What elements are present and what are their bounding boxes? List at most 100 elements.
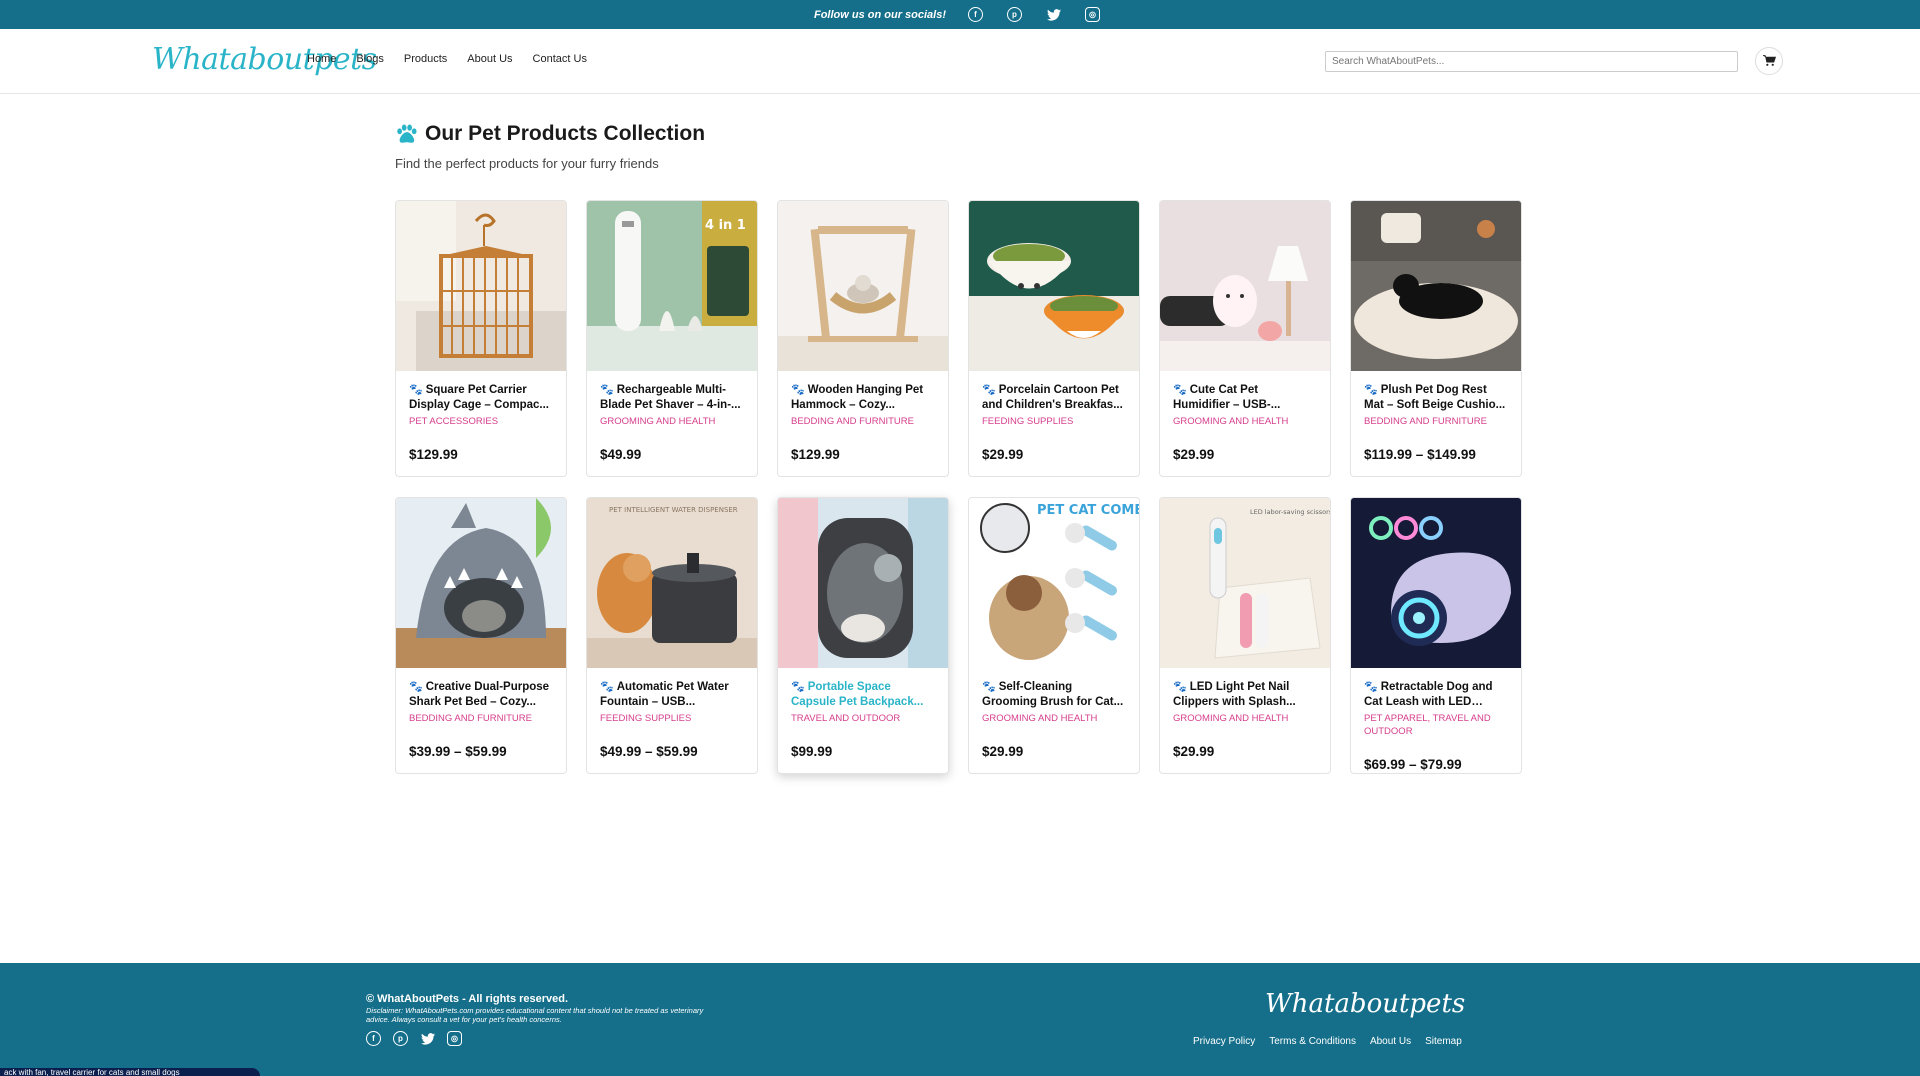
product-image-cat-humidifier[interactable] [1160,201,1330,371]
product-price: $49.99 – $59.99 [600,744,698,759]
product-price: $69.99 – $79.99 [1364,757,1462,772]
product-grid: 🐾 Square Pet Carrier Display Cage – Compa… [395,200,1522,774]
product-title[interactable]: 🐾 Wooden Hanging Pet Hammock – Cozy... [791,383,935,413]
product-price: $29.99 [982,744,1024,759]
paw-icon: 🐾 [1364,681,1378,693]
page-title: Our Pet Products Collection [425,122,706,145]
product-card[interactable]: 🐾 Portable Space Capsule Pet Backpack... … [777,497,949,774]
site-footer: © WhatAboutPets - All rights reserved. D… [0,963,1920,1076]
search-input[interactable] [1325,51,1738,72]
product-card[interactable]: 4 in 1 🐾 Rechargeable Multi-Blade Pet Sha… [586,200,758,477]
product-image-bird-cage[interactable] [396,201,566,371]
link-preview-bar: ack with fan, travel carrier for cats an… [0,1068,260,1076]
footer-link-terms[interactable]: Terms & Conditions [1269,1036,1356,1047]
paw-icon: 🐾 [1364,384,1378,396]
footer-logo[interactable]: Whataboutpets [1265,989,1465,1019]
product-price: $29.99 [1173,447,1215,462]
product-title[interactable]: 🐾 Cute Cat Pet Humidifier – USB-... [1173,383,1317,413]
facebook-icon[interactable]: f [366,1031,381,1046]
paw-icon: 🐾 [982,384,996,396]
product-category[interactable]: FEEDING SUPPLIES [982,415,1126,428]
instagram-icon[interactable]: ◎ [447,1031,462,1046]
social-topbar: Follow us on our socials! f p ◎ [0,0,1920,29]
product-category[interactable]: GROOMING AND HEALTH [600,415,744,428]
product-image-nail-clippers[interactable]: LED labor-saving scissors [1160,498,1330,668]
product-title[interactable]: 🐾 Creative Dual-Purpose Shark Pet Bed – C… [409,680,553,710]
comb-image-text: PET CAT COMB [1037,503,1139,518]
product-title[interactable]: 🐾 Rechargeable Multi-Blade Pet Shaver – 4… [600,383,744,413]
product-price: $119.99 – $149.99 [1364,447,1476,462]
paw-icon: 🐾 [1173,681,1187,693]
product-category[interactable]: GROOMING AND HEALTH [1173,712,1317,725]
pinterest-icon[interactable]: p [1007,7,1022,22]
product-category[interactable]: BEDDING AND FURNITURE [409,712,553,725]
product-category[interactable]: PET APPAREL, TRAVEL AND OUTDOOR [1364,712,1508,738]
nav-contact-us[interactable]: Contact Us [533,53,587,65]
page-subtitle: Find the perfect products for your furry… [395,156,659,171]
product-title[interactable]: 🐾 Self-Cleaning Grooming Brush for Cat... [982,680,1126,710]
product-card[interactable]: PET INTELLIGENT WATER DISPENSER 🐾 Automat… [586,497,758,774]
product-image-led-leash[interactable] [1351,498,1521,668]
paw-icon: 🐾 [600,681,614,693]
shaver-image-text: 4 in 1 [705,218,746,233]
page-heading: Our Pet Products Collection [395,122,705,146]
twitter-icon[interactable] [1046,7,1061,22]
product-image-shark-bed[interactable] [396,498,566,668]
product-title[interactable]: 🐾 LED Light Pet Nail Clippers with Splash… [1173,680,1317,710]
product-category[interactable]: TRAVEL AND OUTDOOR [791,712,935,725]
cart-icon [1762,55,1776,66]
product-title[interactable]: 🐾 Porcelain Cartoon Pet and Children's Br… [982,383,1126,413]
copyright-text: © WhatAboutPets - All rights reserved. [366,993,569,1005]
facebook-icon[interactable]: f [968,7,983,22]
product-card[interactable]: 🐾 Cute Cat Pet Humidifier – USB-... GROOM… [1159,200,1331,477]
product-image-grooming-brush[interactable]: PET CAT COMB [969,498,1139,668]
footer-link-sitemap[interactable]: Sitemap [1425,1036,1462,1047]
disclaimer-text: Disclaimer: WhatAboutPets.com provides e… [366,1006,704,1024]
product-image-pet-shaver[interactable]: 4 in 1 [587,201,757,371]
product-card[interactable]: 🐾 Retractable Dog and Cat Leash with LED … [1350,497,1522,774]
nav-about-us[interactable]: About Us [467,53,512,65]
cart-button[interactable] [1755,47,1783,75]
product-image-water-fountain[interactable]: PET INTELLIGENT WATER DISPENSER [587,498,757,668]
nav-products[interactable]: Products [404,53,447,65]
product-card[interactable]: 🐾 Square Pet Carrier Display Cage – Compa… [395,200,567,477]
product-image-dog-mat[interactable] [1351,201,1521,371]
product-category[interactable]: GROOMING AND HEALTH [1173,415,1317,428]
paw-icon: 🐾 [791,384,805,396]
product-title[interactable]: 🐾 Square Pet Carrier Display Cage – Compa… [409,383,553,413]
paw-icon: 🐾 [600,384,614,396]
product-category[interactable]: BEDDING AND FURNITURE [1364,415,1508,428]
product-title[interactable]: 🐾 Retractable Dog and Cat Leash with LED … [1364,680,1508,710]
product-image-porcelain-bowls[interactable] [969,201,1139,371]
product-category[interactable]: GROOMING AND HEALTH [982,712,1126,725]
paw-icon: 🐾 [791,681,805,693]
product-category[interactable]: BEDDING AND FURNITURE [791,415,935,428]
product-title[interactable]: 🐾 Portable Space Capsule Pet Backpack... [791,680,935,710]
paw-icon [397,124,417,143]
footer-socials: f p ◎ [360,1031,468,1046]
product-price: $129.99 [791,447,840,462]
product-card[interactable]: 🐾 Creative Dual-Purpose Shark Pet Bed – C… [395,497,567,774]
product-card[interactable]: 🐾 Plush Pet Dog Rest Mat – Soft Beige Cus… [1350,200,1522,477]
nav-home[interactable]: Home [307,53,336,65]
product-card[interactable]: 🐾 Porcelain Cartoon Pet and Children's Br… [968,200,1140,477]
pinterest-icon[interactable]: p [393,1031,408,1046]
product-title[interactable]: 🐾 Plush Pet Dog Rest Mat – Soft Beige Cus… [1364,383,1508,413]
footer-link-privacy[interactable]: Privacy Policy [1193,1036,1255,1047]
product-category[interactable]: FEEDING SUPPLIES [600,712,744,725]
nav-blogs[interactable]: Blogs [356,53,384,65]
product-image-capsule-backpack[interactable] [778,498,948,668]
paw-icon: 🐾 [409,384,423,396]
footer-link-about[interactable]: About Us [1370,1036,1411,1047]
product-card[interactable]: 🐾 Wooden Hanging Pet Hammock – Cozy... BE… [777,200,949,477]
product-card[interactable]: PET CAT COMB 🐾 Self-Cleaning Grooming Bru… [968,497,1140,774]
product-price: $99.99 [791,744,833,759]
product-title[interactable]: 🐾 Automatic Pet Water Fountain – USB... [600,680,744,710]
product-image-pet-hammock[interactable] [778,201,948,371]
main-navbar: Whataboutpets Home Blogs Products About … [0,29,1920,94]
product-card[interactable]: LED labor-saving scissors 🐾 LED Light Pet… [1159,497,1331,774]
instagram-icon[interactable]: ◎ [1085,7,1100,22]
fountain-image-text: PET INTELLIGENT WATER DISPENSER [609,506,738,514]
twitter-icon[interactable] [420,1031,435,1046]
product-category[interactable]: PET ACCESSORIES [409,415,553,428]
